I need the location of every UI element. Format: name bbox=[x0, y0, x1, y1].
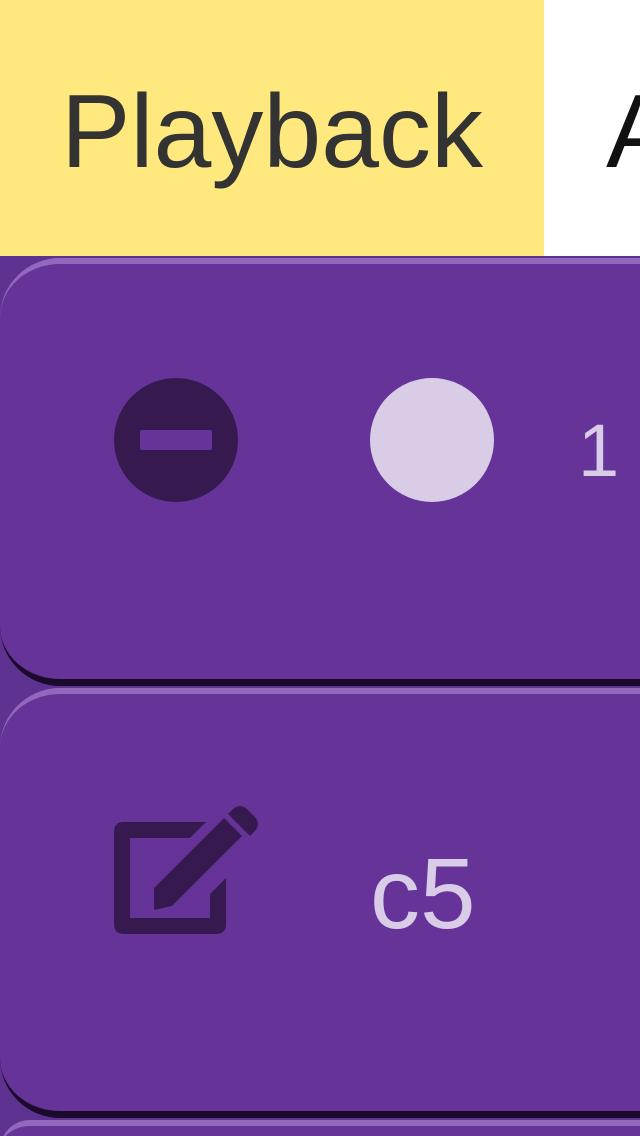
tab-next-label: A bbox=[606, 80, 640, 184]
tab-next[interactable]: A bbox=[544, 0, 640, 256]
tab-playback-label: Playback bbox=[61, 74, 483, 190]
minus-bar bbox=[140, 430, 212, 450]
tab-playback[interactable]: Playback bbox=[0, 0, 544, 256]
list-item bbox=[0, 1120, 640, 1136]
remove-circle-icon[interactable] bbox=[114, 378, 238, 502]
item-value: c5 bbox=[370, 838, 476, 950]
item-list: 1 c5 bbox=[0, 256, 640, 1136]
edit-icon[interactable] bbox=[110, 802, 258, 934]
edit-icon-graphic bbox=[114, 806, 258, 934]
tab-bar: Playback A bbox=[0, 0, 640, 256]
list-item: c5 bbox=[0, 688, 640, 1118]
radio-dot-icon[interactable] bbox=[370, 378, 494, 502]
list-item: 1 bbox=[0, 258, 640, 686]
item-value: 1 bbox=[578, 409, 620, 492]
